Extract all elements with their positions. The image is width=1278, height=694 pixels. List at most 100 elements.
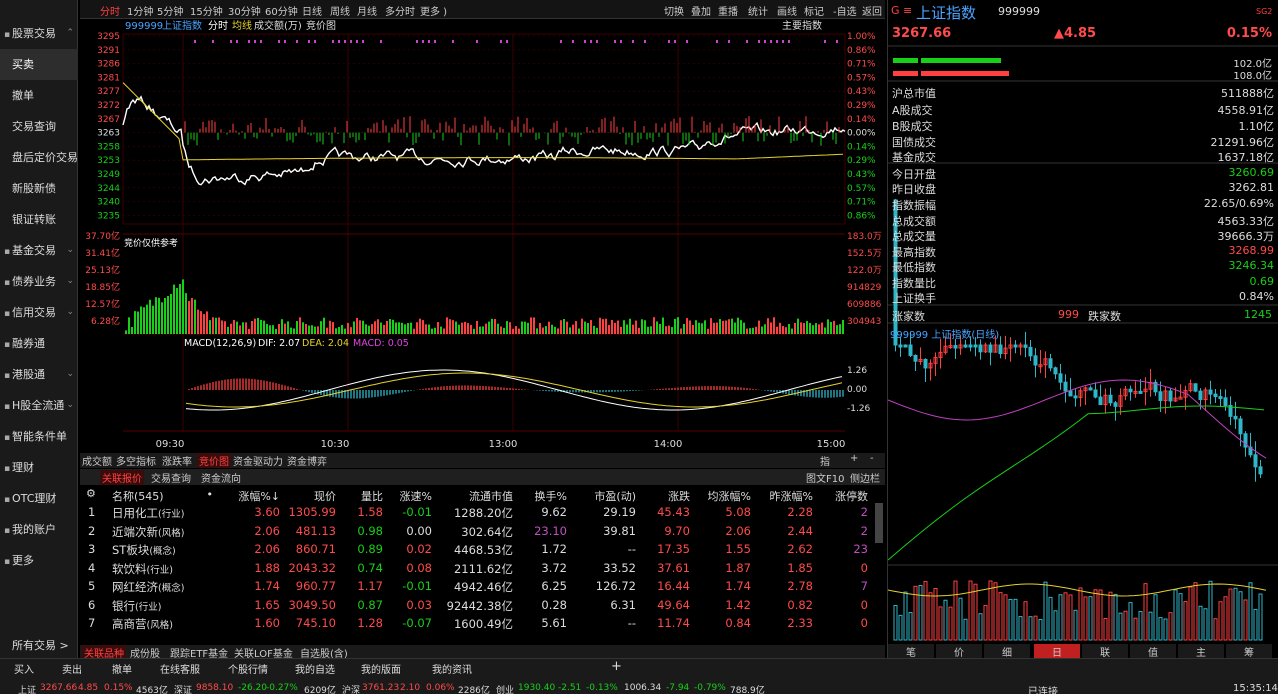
period-tab-3[interactable]: 15分钟 — [190, 3, 223, 18]
info-key: A股成交 — [892, 104, 933, 117]
info-tab-0[interactable]: 关联报价 — [100, 470, 144, 485]
table-scrollbar[interactable] — [875, 503, 883, 543]
sidebar-item-12[interactable]: ▪ H股全流通 ⌄ — [0, 390, 78, 421]
ticker-item: 上证 — [18, 686, 37, 694]
sidebar-item-11[interactable]: ▪ 港股通 ⌄ — [0, 359, 78, 390]
sidebar-item-3[interactable]: 交易查询 — [0, 111, 78, 142]
table-row[interactable]: 7 高商营(风格) 1.60 745.10 1.28 -0.07 1600.49亿 5.61-… — [80, 616, 885, 634]
tool-button-7[interactable]: 返回 — [862, 3, 882, 18]
price-label: 3277 — [97, 87, 120, 97]
tool-button-5[interactable]: 标记 — [804, 3, 824, 18]
tool-button-4[interactable]: 画线 — [777, 3, 797, 18]
time-label: 09:30 — [156, 439, 185, 450]
sidebar-item-label: 基金交易 — [12, 244, 56, 257]
sidebar-item-1[interactable]: 买卖 — [0, 49, 78, 80]
info-key: 指数振幅 — [892, 199, 936, 212]
row-name-tag: (行业) — [135, 601, 162, 613]
cell: 0.28 — [541, 597, 567, 612]
period-tab-6[interactable]: 日线 — [302, 3, 322, 18]
sidebar-item-14[interactable]: ▪ 理财 — [0, 452, 78, 483]
pct-label: 1.00% — [847, 32, 876, 42]
action-5[interactable]: 我的自选 — [295, 661, 335, 676]
action-3[interactable]: 在线客服 — [160, 661, 200, 676]
sidebar-item-6[interactable]: 银证转账 — [0, 204, 78, 235]
sidebar-item-8[interactable]: ▪ 债券业务 ⌄ — [0, 266, 78, 297]
detail-tab-1[interactable]: 价 — [936, 644, 982, 659]
detail-tab-0[interactable]: 笔 — [888, 644, 934, 659]
period-tab-8[interactable]: 月线 — [357, 3, 377, 18]
table-row[interactable]: 4 软饮料(行业) 1.88 2043.32 0.74 0.08 2111.62亿 3.72 3… — [80, 561, 885, 579]
table-row[interactable]: 1 日用化工(行业) 3.60 1305.99 1.58 -0.01 1288.20亿 9.6… — [80, 505, 885, 523]
indicator-tab-3[interactable]: 竞价图 — [197, 453, 231, 468]
action-6[interactable]: 我的版面 — [361, 661, 401, 676]
sidebar-item-17[interactable]: ▪ 更多 — [0, 545, 78, 576]
settings-icon[interactable]: ⚙ — [86, 487, 96, 500]
side-tab-0[interactable]: 图文F10 — [806, 470, 844, 485]
sidebar-item-5[interactable]: 新股新债 — [0, 173, 78, 204]
period-tab-2[interactable]: 5分钟 — [157, 3, 183, 18]
period-tab-5[interactable]: 60分钟 — [265, 3, 298, 18]
sidebar-item-2[interactable]: 撤单 — [0, 80, 78, 111]
detail-tab-6[interactable]: 主 — [1178, 644, 1224, 659]
side-tab-1[interactable]: 侧边栏 — [850, 470, 880, 485]
action-1[interactable]: 卖出 — [62, 661, 82, 676]
sidebar-item-9[interactable]: ▪ 信用交易 ⌄ — [0, 297, 78, 328]
table-row[interactable]: 6 银行(行业) 1.65 3049.50 0.87 0.03 92442.38亿 0.28 6… — [80, 598, 885, 616]
legend-3: 竞价图 — [306, 19, 336, 32]
detail-tab-4[interactable]: 联 — [1082, 644, 1128, 659]
table-row[interactable]: 3 ST板块(概念) 2.06 860.71 0.89 0.02 4468.53亿 1.72-… — [80, 542, 885, 560]
sidebar-item-15[interactable]: ▪ OTC理财 — [0, 483, 78, 514]
info-key: 上证换手 — [892, 292, 936, 305]
indicator-tool-0[interactable]: 指 — [820, 453, 830, 468]
indicator-tab-5[interactable]: 资金博弈 — [287, 453, 327, 468]
chevron-icon: ⌄ — [66, 276, 74, 286]
col-header-5[interactable]: 涨速% — [362, 488, 432, 504]
tool-button-0[interactable]: 切换 — [664, 3, 684, 18]
indicator-tool-2[interactable]: - — [870, 453, 874, 464]
info-tab-1[interactable]: 交易查询 — [151, 470, 191, 485]
period-tab-1[interactable]: 1分钟 — [127, 3, 153, 18]
period-tab-7[interactable]: 周线 — [330, 3, 350, 18]
tool-button-1[interactable]: 叠加 — [691, 3, 711, 18]
indicator-tab-0[interactable]: 成交额 — [82, 453, 112, 468]
sidebar-item-13[interactable]: ▪ 智能条件单 — [0, 421, 78, 452]
sidebar-item-4[interactable]: 盘后定价交易 — [0, 142, 78, 173]
sidebar-item-0[interactable]: ▪ 股票交易 ⌃ — [0, 18, 78, 49]
action-4[interactable]: 个股行情 — [228, 661, 268, 676]
table-row[interactable]: 5 网红经济(概念) 1.74 960.77 1.17 -0.01 4942.46亿 6.25… — [80, 579, 885, 597]
all-trades-link[interactable]: 所有交易 > — [0, 630, 78, 661]
table-row[interactable]: 2 近端次新(风格) 2.06 481.13 0.98 0.00 302.64亿 23.10 3… — [80, 524, 885, 542]
tool-button-3[interactable]: 统计 — [748, 3, 768, 18]
condition-icon: ▪ — [3, 433, 11, 443]
detail-tab-3[interactable]: 日 — [1034, 644, 1080, 659]
col-header-9[interactable]: 涨跌 — [620, 488, 690, 504]
action-0[interactable]: 买入 — [14, 661, 34, 676]
period-tab-0[interactable]: 分时 — [100, 3, 120, 18]
period-tab-9[interactable]: 多分时 — [385, 3, 415, 18]
indicator-tab-1[interactable]: 多空指标 — [116, 453, 156, 468]
chevron-icon: ⌃ — [66, 28, 74, 38]
sidebar-item-7[interactable]: ▪ 基金交易 ⌄ — [0, 235, 78, 266]
col-header-10[interactable]: 均涨幅% — [681, 488, 751, 504]
intraday-chart[interactable]: 999999 上证指数 分时 均线 成交额(万) 竞价图 主要指数 3295 3291 3286 3… — [80, 19, 885, 453]
sidebar-item-16[interactable]: ▪ 我的账户 — [0, 514, 78, 545]
detail-tab-2[interactable]: 细 — [984, 644, 1030, 659]
col-header-7[interactable]: 换手% — [497, 488, 567, 504]
indicator-tab-4[interactable]: 资金驱动力 — [233, 453, 283, 468]
add-icon[interactable]: + — [611, 659, 622, 674]
tool-button-2[interactable]: 重播 — [718, 3, 738, 18]
action-2[interactable]: 撤单 — [112, 661, 132, 676]
detail-tab-5[interactable]: 值 — [1130, 644, 1176, 659]
action-7[interactable]: 我的资讯 — [432, 661, 472, 676]
indicator-tool-1[interactable]: + — [850, 453, 858, 464]
info-tab-2[interactable]: 资金流向 — [201, 470, 241, 485]
col-header-1[interactable]: • — [143, 488, 214, 501]
indicator-tab-2[interactable]: 涨跌率 — [162, 453, 192, 468]
col-header-12[interactable]: 涨停数 — [798, 488, 868, 504]
period-tab-4[interactable]: 30分钟 — [228, 3, 261, 18]
sidebar-item-10[interactable]: ▪ 融券通 — [0, 328, 78, 359]
sidebar-item-label: 撤单 — [12, 89, 34, 102]
tool-button-6[interactable]: -自选 — [833, 3, 857, 18]
period-tab-10[interactable]: 更多 ) — [420, 3, 447, 18]
detail-tab-7[interactable]: 筹 — [1226, 644, 1272, 659]
